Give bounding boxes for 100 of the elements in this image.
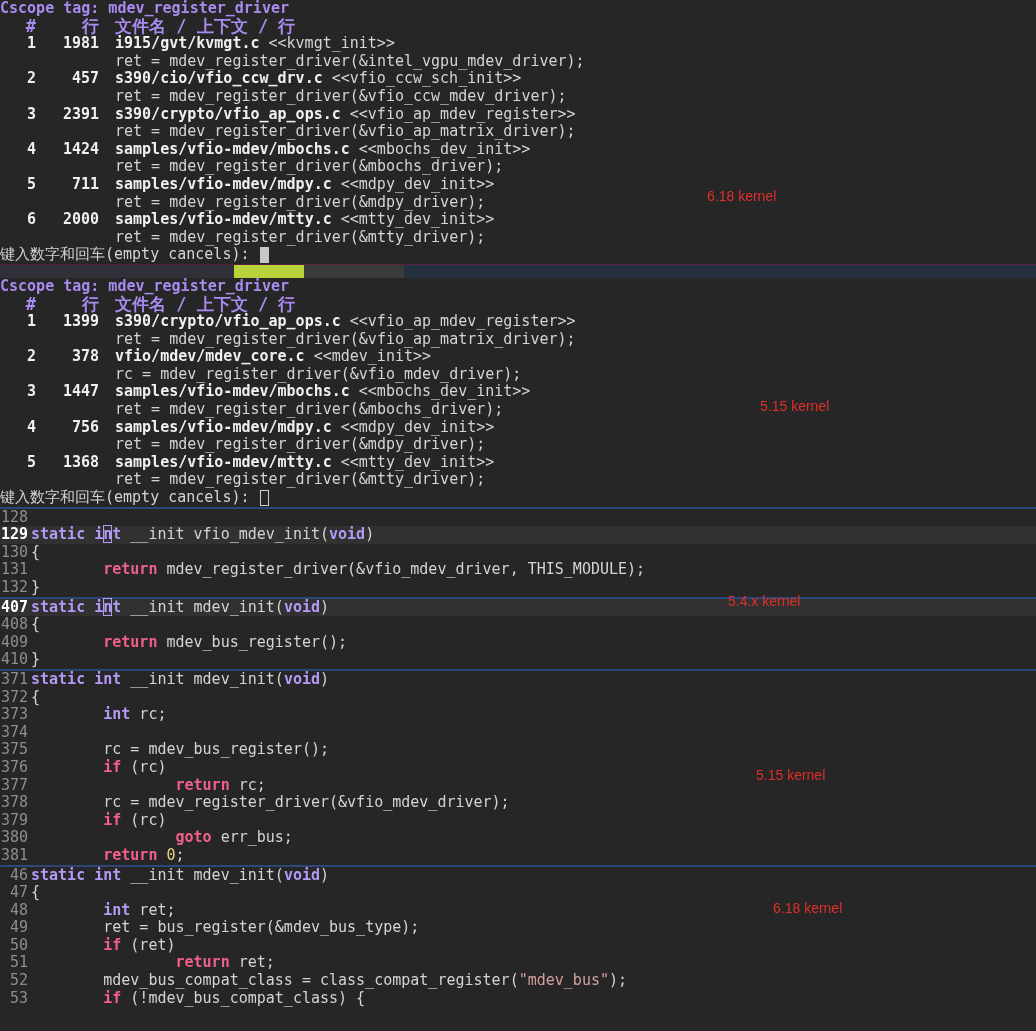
- code-line: ret = bus_register(&mdev_bus_type);: [102, 919, 420, 937]
- line-number: 53: [8, 989, 28, 1008]
- function-context: <<vfio_ap_mdev_register>>: [349, 105, 576, 124]
- function-context: <<mdev_init>>: [313, 348, 432, 366]
- code-line: if (!mdev_bus_compat_class) {: [102, 989, 366, 1008]
- function-context: <<mtty_dev_init>>: [340, 453, 495, 472]
- file-path[interactable]: vfio/mdev/mdev_core.c: [115, 348, 305, 366]
- code-line: rc = mdev_bus_register();: [102, 741, 329, 759]
- line-number: 2391: [61, 105, 99, 124]
- function-context: <<vfio_ccw_sch_init>>: [331, 70, 522, 88]
- code-line: return ret;: [174, 954, 275, 973]
- code-snippet: ret = mdev_register_driver(&vfio_ap_matrix_driver);: [115, 330, 576, 348]
- code-line: int rc;: [102, 706, 167, 724]
- version-note: 6.18 kernel: [773, 899, 843, 916]
- column-header: 行: [82, 17, 99, 36]
- line-number: 373: [0, 706, 28, 724]
- result-index: 5: [25, 175, 36, 194]
- line-number: 52: [8, 972, 28, 990]
- line-number: 376: [0, 758, 28, 777]
- line-number: 372: [0, 688, 28, 707]
- file-path[interactable]: samples/vfio-mdev/mtty.c: [115, 211, 332, 229]
- file-path[interactable]: s390/cio/vfio_ccw_drv.c: [115, 70, 323, 88]
- line-number: 1981: [61, 35, 99, 53]
- line-number: 380: [0, 829, 28, 847]
- file-path[interactable]: samples/vfio-mdev/mdpy.c: [115, 418, 332, 437]
- code-line: static int __init mdev_init(void): [31, 866, 330, 885]
- result-index: 2: [25, 70, 36, 88]
- code-line: return rc;: [174, 776, 266, 795]
- code-line: }: [31, 651, 41, 669]
- file-path[interactable]: s390/crypto/vfio_ap_ops.c: [115, 313, 341, 331]
- line-number: 46: [8, 866, 28, 885]
- line-number: 381: [0, 846, 28, 865]
- file-path[interactable]: samples/vfio-mdev/mbochs.c: [115, 383, 350, 402]
- code-line: }: [31, 579, 41, 597]
- version-note: 5.15 kernel: [756, 766, 826, 783]
- code-line: if (rc): [102, 758, 167, 777]
- code-line: {: [31, 543, 41, 562]
- line-number: 375: [0, 741, 28, 759]
- line-number: 130: [0, 543, 28, 562]
- function-context: <<mbochs_dev_init>>: [358, 383, 531, 402]
- result-index: 1: [25, 313, 36, 331]
- code-snippet: ret = mdev_register_driver(&mbochs_driver);: [115, 158, 504, 176]
- line-number: 457: [70, 70, 99, 88]
- line-number: 1368: [61, 453, 99, 472]
- line-number: 129: [0, 526, 28, 544]
- code-line: {: [31, 616, 41, 634]
- code-snippet: ret = mdev_register_driver(&intel_vgpu_mdev_driver);: [115, 52, 585, 71]
- result-index: 3: [25, 105, 36, 124]
- file-path[interactable]: samples/vfio-mdev/mdpy.c: [115, 175, 332, 194]
- result-index: 6: [25, 211, 36, 229]
- code-line: return mdev_bus_register();: [102, 633, 348, 652]
- file-path[interactable]: i915/gvt/kvmgt.c: [115, 35, 260, 53]
- code-line: mdev_bus_compat_class = class_compat_register("mdev_bus");: [102, 972, 628, 990]
- file-path[interactable]: s390/crypto/vfio_ap_ops.c: [115, 105, 341, 124]
- function-context: <<mbochs_dev_init>>: [358, 140, 531, 159]
- prompt-text: 键入数字和回车(empty cancels):: [0, 489, 250, 507]
- code-line: goto err_bus;: [175, 829, 293, 847]
- code-snippet: rc = mdev_register_driver(&vfio_mdev_driver);: [115, 365, 522, 384]
- column-header: #: [25, 295, 36, 314]
- result-index: 4: [25, 140, 36, 159]
- result-index: 3: [25, 383, 36, 402]
- code-line: return 0;: [102, 846, 185, 865]
- line-number: 1399: [61, 313, 99, 331]
- code-line: rc = mdev_register_driver(&vfio_mdev_driver);: [102, 794, 510, 812]
- line-number: 50: [8, 936, 28, 955]
- file-path[interactable]: samples/vfio-mdev/mtty.c: [115, 453, 332, 472]
- column-header: 行: [82, 295, 99, 314]
- code-line: if (ret): [102, 936, 176, 955]
- line-number: 2000: [61, 211, 99, 229]
- line-number: 379: [0, 811, 28, 830]
- result-index: 2: [25, 348, 36, 366]
- line-number: 47: [8, 884, 28, 902]
- function-context: <<kvmgt_init>>: [268, 35, 395, 53]
- code-line: {: [31, 884, 41, 902]
- version-note: 6.18 kernel: [707, 188, 777, 204]
- code-snippet: ret = mdev_register_driver(&mdpy_driver);: [115, 193, 486, 212]
- function-context: <<mdpy_dev_init>>: [340, 175, 495, 194]
- code-snippet: ret = mdev_register_driver(&vfio_ap_matrix_driver);: [115, 123, 576, 141]
- file-path[interactable]: samples/vfio-mdev/mbochs.c: [115, 140, 350, 159]
- line-number: 49: [8, 919, 28, 937]
- cscope-title: Cscope tag: mdev_register_driver: [0, 0, 290, 17]
- line-number: 132: [0, 579, 28, 597]
- line-number: 407: [0, 598, 28, 617]
- line-number: 377: [0, 776, 28, 795]
- line-number: 374: [0, 723, 28, 742]
- function-context: <<mtty_dev_init>>: [340, 211, 495, 229]
- result-index: 1: [25, 35, 36, 53]
- code-snippet: ret = mdev_register_driver(&mtty_driver);: [115, 471, 486, 490]
- line-number: 378: [70, 348, 99, 366]
- function-context: <<mdpy_dev_init>>: [340, 418, 495, 437]
- column-header: 文件名 / 上下文 / 行: [115, 17, 296, 36]
- line-number: 410: [0, 651, 28, 669]
- column-header: #: [25, 17, 36, 36]
- result-index: 5: [25, 453, 36, 472]
- function-context: <<vfio_ap_mdev_register>>: [349, 313, 576, 331]
- code-snippet: ret = mdev_register_driver(&mbochs_driver);: [115, 401, 504, 419]
- cscope-title: Cscope tag: mdev_register_driver: [0, 277, 290, 295]
- code-line: static int __init mdev_init(void): [31, 670, 330, 689]
- line-number: 1424: [61, 140, 99, 159]
- line-number: 408: [0, 616, 28, 634]
